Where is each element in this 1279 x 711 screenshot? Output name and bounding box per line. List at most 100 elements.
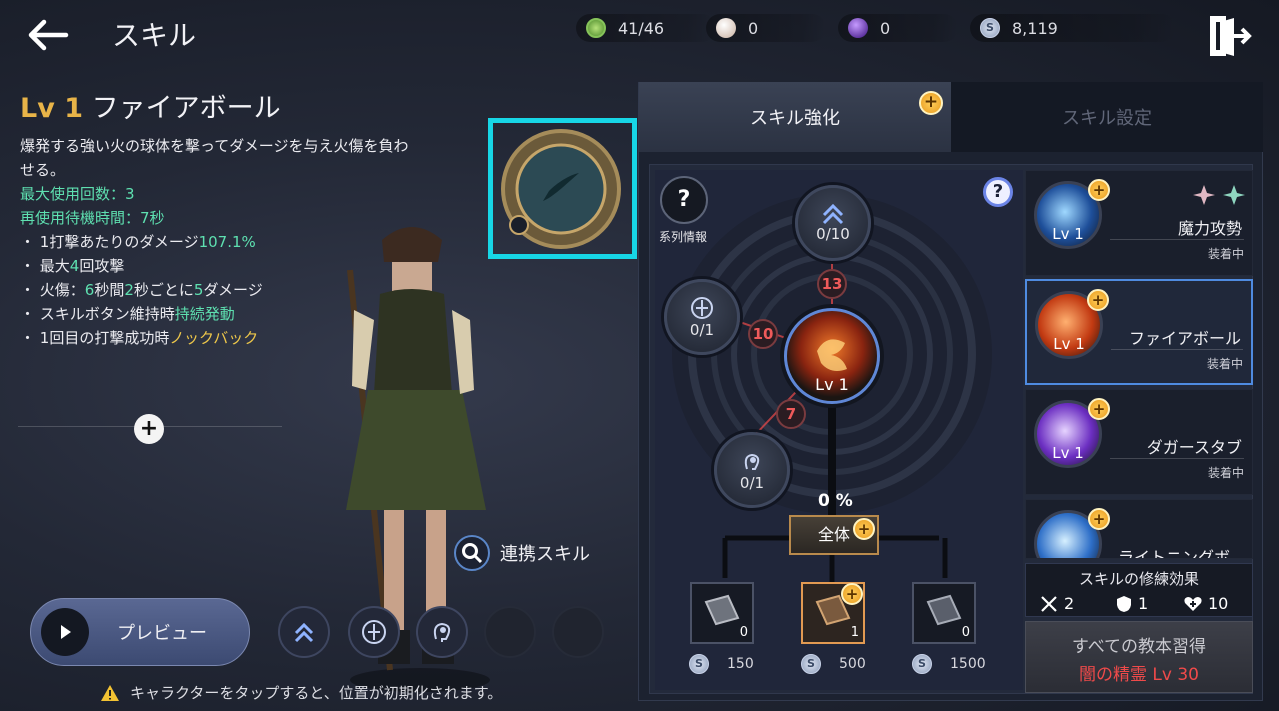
book-count: 1 (850, 625, 859, 640)
book-cost-3: S 1500 (912, 654, 986, 674)
skill-level: Lv 1 (20, 93, 83, 124)
shield-icon (1117, 595, 1131, 612)
skill-book-3[interactable]: 0 (912, 582, 976, 644)
skill-list-item[interactable]: Lv 1 + ダガースタブ 装着中 (1025, 389, 1253, 495)
book-cost-1: S 150 (689, 654, 754, 674)
mastery-value: 2 (1064, 594, 1075, 613)
skill-description: 爆発する強い火の球体を撃ってダメージを与え火傷を負わせる。 (20, 137, 409, 179)
point-badge-bottom: 7 (776, 399, 806, 429)
progress-percent: 0 % (818, 491, 853, 511)
skill-level: Lv 1 (1053, 335, 1085, 353)
quick-slot-empty[interactable] (484, 606, 536, 658)
divider (1111, 349, 1243, 350)
green-orb-icon (586, 18, 606, 38)
skill-list-item[interactable]: + ライトニングボ (1025, 499, 1253, 559)
attribute-icons (1193, 185, 1245, 205)
mastery-title: スキルの修練効果 (1078, 570, 1199, 588)
currency-purple-orb: 0 (838, 14, 958, 42)
currency-value: 41/46 (618, 18, 665, 38)
center-skill-node[interactable]: Lv 1 (784, 308, 880, 404)
learn-all-requirement: 闇の精霊 Lv 30 (1079, 665, 1199, 685)
divider (1110, 458, 1244, 459)
currency-value: 0 (880, 18, 891, 38)
add-slot-button[interactable]: + (134, 414, 164, 444)
mastery-health: 10 (1184, 594, 1228, 613)
skill-screen: スキル 41/46 0 0 S 8,119 Lv 1 ファイアボール 爆発する強… (0, 0, 1279, 711)
tree-node-left[interactable]: 0/1 (664, 279, 740, 355)
skill-list-item[interactable]: Lv 1 + 魔力攻勢 装着中 (1025, 170, 1253, 276)
mastery-defense: 1 (1116, 594, 1148, 613)
plus-badge-icon: + (841, 583, 863, 605)
skill-list-item-selected[interactable]: Lv 1 + ファイアボール 装着中 (1025, 279, 1253, 385)
plus-badge-icon: + (919, 91, 943, 115)
currency-silver: S 8,119 (970, 14, 1176, 42)
magnifier-icon (454, 535, 490, 571)
series-info-label: 系列情報 (659, 230, 708, 244)
currency-value: 8,119 (1012, 18, 1058, 38)
point-badge-left: 10 (748, 319, 778, 349)
skill-level: Lv 1 (1052, 225, 1084, 243)
equipped-status: 装着中 (1207, 466, 1244, 480)
skill-level: Lv 1 (1052, 444, 1084, 462)
mastery-attack: 2 (1040, 594, 1074, 613)
play-icon (41, 608, 89, 656)
silver-coin-icon: S (980, 18, 1000, 38)
page-title: スキル (112, 19, 197, 52)
exit-door-icon[interactable] (1206, 14, 1252, 58)
rune-icon (691, 297, 713, 319)
tab-label: スキル強化 (750, 108, 840, 129)
cost-value: 150 (727, 656, 754, 672)
plus-badge-icon: + (1088, 508, 1110, 530)
plus-badge-icon: + (1088, 179, 1110, 201)
head-icon (433, 622, 451, 642)
crossed-swords-icon (1041, 595, 1057, 612)
pearl-icon (716, 18, 736, 38)
currency-value: 0 (748, 18, 759, 38)
mastery-value: 1 (1138, 594, 1149, 613)
node-value: 0/10 (816, 225, 850, 243)
tab-label: スキル設定 (1062, 108, 1152, 129)
notice-text: キャラクターをタップすると、位置が初期化されます。 (130, 684, 503, 702)
chevron-up-icon (822, 203, 844, 225)
back-arrow-icon[interactable] (22, 14, 72, 56)
rune-icon (362, 620, 386, 644)
tab-skill-enhance[interactable]: スキル強化 (639, 82, 951, 152)
quick-slot-chevron[interactable] (278, 606, 330, 658)
quick-slot-empty[interactable] (552, 606, 604, 658)
center-skill-level: Lv 1 (815, 375, 849, 394)
node-value: 0/1 (739, 474, 765, 492)
quick-slot-rune[interactable] (348, 606, 400, 658)
skill-title: Lv 1 ファイアボール (20, 86, 281, 125)
heart-plus-icon (1184, 596, 1202, 611)
preview-button[interactable]: プレビュー (30, 598, 250, 666)
equipped-status: 装着中 (1207, 247, 1244, 261)
link-skill-button[interactable]: 連携スキル (454, 535, 590, 571)
plus-badge-icon: + (853, 518, 875, 540)
max-uses: 最大使用回数：3 (20, 185, 135, 203)
help-icon[interactable]: ? (983, 177, 1013, 207)
cost-value: 500 (839, 656, 866, 672)
tab-skill-settings[interactable]: スキル設定 (951, 82, 1263, 152)
equipped-status: 装着中 (1206, 357, 1243, 371)
plus-badge-icon: + (1088, 398, 1110, 420)
cost-value: 1500 (950, 656, 986, 672)
divider (1110, 239, 1244, 240)
tree-node-top[interactable]: 0/10 (795, 185, 871, 261)
preview-label: プレビュー (117, 623, 207, 644)
skill-name: ライトニングボ (1118, 548, 1231, 559)
quick-slot-head[interactable] (416, 606, 468, 658)
skill-name: ファイアボール (1128, 329, 1241, 348)
skill-name: ダガースタブ (1146, 438, 1242, 457)
tree-node-bottom-left[interactable]: 0/1 (714, 432, 790, 508)
learn-all-title: すべての教本習得 (1071, 637, 1207, 657)
skill-book-1[interactable]: 0 (690, 582, 754, 644)
notice-bar: キャラクターをタップすると、位置が初期化されます。 (100, 682, 502, 703)
book-cost-2: S 500 (801, 654, 866, 674)
book-count: 0 (739, 625, 748, 640)
learn-all-books-button[interactable]: すべての教本習得 闇の精霊 Lv 30 (1025, 621, 1253, 693)
series-info-button[interactable]: ? (660, 176, 708, 224)
mastery-effects: スキルの修練効果 2 1 10 (1025, 563, 1253, 617)
silver-coin-icon: S (801, 654, 821, 674)
point-badge-top: 13 (817, 269, 847, 299)
book-count: 0 (961, 625, 970, 640)
